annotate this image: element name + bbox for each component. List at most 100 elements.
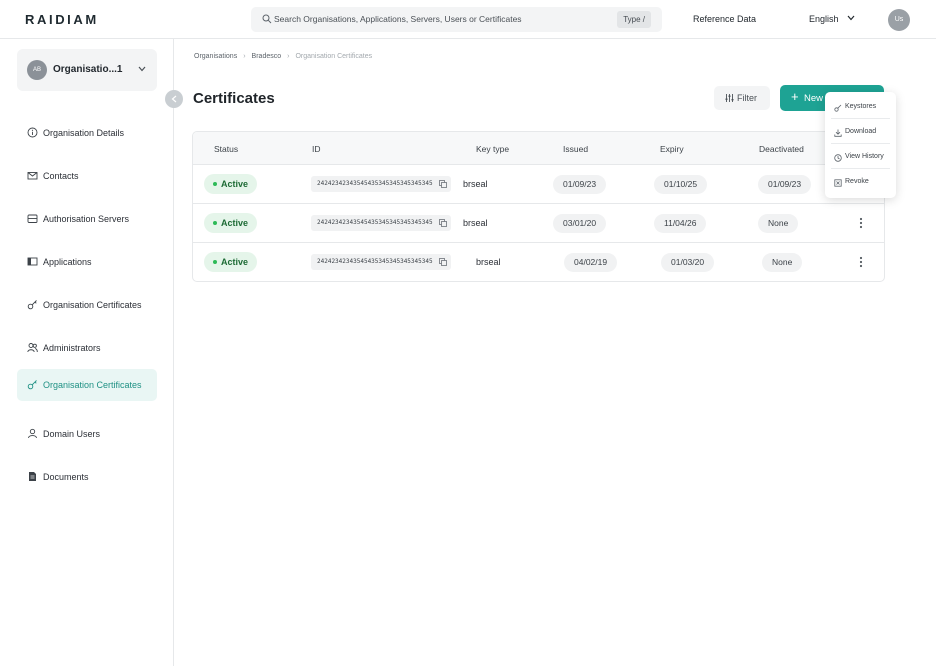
mail-icon bbox=[27, 172, 38, 180]
certificate-id-text: 24242342343545435345345345345345 bbox=[317, 180, 433, 187]
key-icon bbox=[834, 104, 842, 112]
table-header: Status ID Key type Issued Expiry Deactiv… bbox=[193, 132, 884, 165]
status-label: Active bbox=[221, 218, 249, 228]
more-options-icon[interactable] bbox=[859, 217, 863, 229]
clock-icon bbox=[834, 154, 842, 162]
certificate-id: 24242342343545435345345345345345 bbox=[311, 176, 451, 192]
sidebar-item-label: Contacts bbox=[43, 171, 79, 181]
deactivated-date: None bbox=[762, 253, 803, 272]
column-header-deactivated[interactable]: Deactivated bbox=[759, 144, 804, 154]
chevron-left-icon bbox=[171, 95, 177, 103]
info-icon bbox=[27, 127, 38, 138]
copy-icon[interactable] bbox=[438, 258, 447, 266]
certificate-id: 24242342343545435345345345345345 bbox=[311, 215, 451, 231]
menu-item-label: Keystores bbox=[845, 103, 877, 110]
status-label: Active bbox=[221, 179, 249, 189]
status-dot bbox=[213, 221, 217, 225]
filter-button[interactable]: Filter bbox=[714, 86, 770, 110]
revoke-icon bbox=[834, 179, 842, 187]
column-header-expiry[interactable]: Expiry bbox=[660, 144, 684, 154]
menu-item-label: Download bbox=[845, 128, 877, 135]
breadcrumb: Organisations › Bradesco › Organisation Cert… bbox=[194, 53, 372, 60]
filter-label: Filter bbox=[737, 93, 757, 103]
sidebar-item-label: Documents bbox=[43, 472, 89, 482]
sidebar-item-applications[interactable]: Applications bbox=[17, 246, 157, 278]
key-type: brseal bbox=[476, 257, 501, 267]
sidebar-item-administrators[interactable]: Administrators bbox=[17, 332, 157, 364]
sidebar-item-contacts[interactable]: Contacts bbox=[17, 160, 157, 192]
expiry-date: 01/03/20 bbox=[661, 253, 715, 272]
users-icon bbox=[27, 343, 38, 353]
sidebar-item-label: Organisation Certificates bbox=[43, 300, 142, 310]
breadcrumb-current: Organisation Certificates bbox=[295, 53, 373, 60]
table-row[interactable]: Active 24242342343545435345345345345345 … bbox=[193, 204, 884, 243]
new-button-label: New bbox=[804, 93, 824, 104]
download-icon bbox=[834, 129, 842, 137]
menu-item-keystores[interactable]: Keystores bbox=[831, 95, 890, 119]
user-avatar[interactable]: Us bbox=[888, 9, 910, 31]
menu-item-view-history[interactable]: View History bbox=[831, 145, 890, 169]
menu-item-revoke[interactable]: Revoke bbox=[831, 170, 890, 194]
breadcrumb-separator: › bbox=[243, 53, 246, 60]
certificate-id-text: 24242342343545435345345345345345 bbox=[317, 219, 433, 226]
status-label: Active bbox=[221, 257, 249, 267]
deactivated-date: None bbox=[758, 214, 799, 233]
menu-item-download[interactable]: Download bbox=[831, 120, 890, 144]
org-name: Organisatio...1 bbox=[53, 64, 123, 75]
issued-date: 01/09/23 bbox=[553, 175, 607, 194]
document-icon bbox=[29, 472, 36, 481]
copy-icon[interactable] bbox=[438, 219, 447, 227]
more-options-icon[interactable] bbox=[859, 256, 863, 268]
sidebar-item-label: Domain Users bbox=[43, 429, 101, 439]
copy-icon[interactable] bbox=[438, 180, 447, 188]
sidebar-item-authorisation-servers[interactable]: Authorisation Servers bbox=[17, 203, 157, 235]
global-search[interactable]: Search Organisations, Applications, Serv… bbox=[251, 7, 662, 32]
top-bar: RAIDIAM Search Organisations, Applicatio… bbox=[0, 0, 936, 39]
sidebar-item-organisation-certificates-active[interactable]: Organisation Certificates bbox=[17, 369, 157, 401]
column-header-key-type[interactable]: Key type bbox=[476, 144, 509, 154]
application-icon bbox=[27, 257, 38, 266]
organisation-switcher[interactable]: AB Organisatio...1 bbox=[17, 49, 157, 91]
status-badge: Active bbox=[204, 252, 258, 272]
sidebar-item-label: Administrators bbox=[43, 343, 101, 353]
status-dot bbox=[213, 260, 217, 264]
certificates-table: Status ID Key type Issued Expiry Deactiv… bbox=[192, 131, 885, 282]
expiry-date: 01/10/25 bbox=[654, 175, 708, 194]
plus-icon: + bbox=[791, 89, 799, 104]
expiry-date: 11/04/26 bbox=[654, 214, 707, 233]
key-type: brseal bbox=[463, 179, 488, 189]
search-icon bbox=[262, 14, 272, 24]
breadcrumb-bradesco[interactable]: Bradesco bbox=[252, 53, 282, 60]
column-header-status[interactable]: Status bbox=[214, 144, 238, 154]
reference-data-link[interactable]: Reference Data bbox=[693, 14, 756, 24]
sidebar-item-domain-users[interactable]: Domain Users bbox=[17, 418, 157, 450]
sliders-icon bbox=[725, 94, 734, 102]
collapse-sidebar-button[interactable] bbox=[165, 90, 183, 108]
sidebar-item-organisation-certificates[interactable]: Organisation Certificates bbox=[17, 289, 157, 321]
raidiam-logo[interactable]: RAIDIAM bbox=[25, 12, 99, 27]
key-icon bbox=[27, 380, 37, 390]
user-icon bbox=[28, 428, 37, 439]
breadcrumb-separator: › bbox=[287, 53, 290, 60]
certificate-id-text: 24242342343545435345345345345345 bbox=[317, 258, 433, 265]
column-header-issued[interactable]: Issued bbox=[563, 144, 588, 154]
sidebar: AB Organisatio...1 Organisation Details … bbox=[0, 39, 174, 666]
status-badge: Active bbox=[204, 213, 258, 233]
issued-date: 04/02/19 bbox=[564, 253, 618, 272]
search-input[interactable]: Search Organisations, Applications, Serv… bbox=[274, 14, 522, 24]
column-header-id[interactable]: ID bbox=[312, 144, 321, 154]
language-selector[interactable]: English bbox=[809, 14, 855, 24]
menu-item-label: Revoke bbox=[845, 178, 869, 185]
status-dot bbox=[213, 182, 217, 186]
sidebar-item-organisation-details[interactable]: Organisation Details bbox=[17, 117, 157, 149]
sidebar-item-label: Authorisation Servers bbox=[43, 214, 130, 224]
sidebar-item-documents[interactable]: Documents bbox=[17, 461, 157, 493]
org-avatar: AB bbox=[27, 60, 47, 80]
menu-item-label: View History bbox=[845, 153, 884, 160]
breadcrumb-organisations[interactable]: Organisations bbox=[194, 53, 237, 60]
status-badge: Active bbox=[204, 174, 258, 194]
table-row[interactable]: Active 24242342343545435345345345345345 … bbox=[193, 243, 884, 281]
table-row[interactable]: Active 24242342343545435345345345345345 … bbox=[193, 165, 884, 204]
key-type: brseal bbox=[463, 218, 488, 228]
sidebar-item-label: Organisation Details bbox=[43, 128, 125, 138]
